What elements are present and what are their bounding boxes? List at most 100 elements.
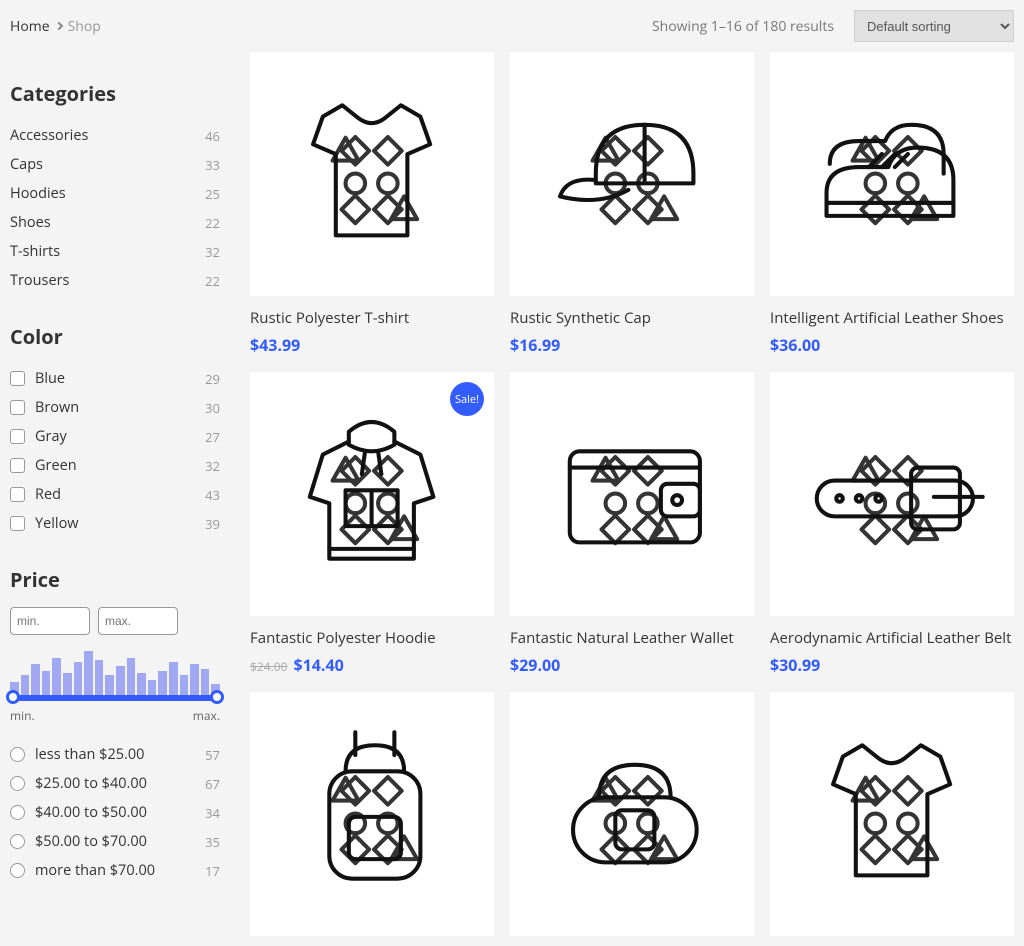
product-name: Fantastic Natural Leather Wallet [510, 628, 754, 648]
category-item[interactable]: Shoes22 [10, 208, 220, 237]
category-item[interactable]: Accessories 46 [10, 121, 220, 150]
product-image[interactable] [510, 52, 754, 296]
product-card[interactable]: Aerodynamic Artificial Leather Belt $30.… [770, 372, 1014, 676]
price-range-item[interactable]: $40.00 to $50.0034 [10, 798, 220, 827]
product-price-value: $43.99 [250, 334, 300, 356]
category-item[interactable]: Trousers 22 [10, 266, 220, 295]
color-name: Yellow [35, 514, 79, 533]
histogram-bar [190, 664, 199, 695]
sort-select[interactable]: Default sorting [854, 10, 1014, 42]
chevron-right-icon [54, 22, 62, 30]
product-image[interactable]: Sale! [250, 372, 494, 616]
histogram-bar [169, 662, 178, 695]
product-image[interactable] [770, 52, 1014, 296]
category-item[interactable]: Hoodies25 [10, 179, 220, 208]
product-image[interactable] [510, 692, 754, 936]
checkbox-icon[interactable] [10, 400, 25, 415]
category-name: Accessories [10, 126, 88, 145]
product-price: $16.99 [510, 334, 754, 356]
breadcrumb-current: Shop [68, 17, 101, 36]
category-name: Trousers [10, 271, 69, 290]
color-widget: Color Blue29Brown30Gray27Green32Red43Yel… [10, 323, 220, 538]
radio-icon[interactable] [10, 747, 25, 762]
product-name: Fantastic Polyester Hoodie [250, 628, 494, 648]
histogram-bar [127, 658, 136, 695]
checkbox-icon[interactable] [10, 458, 25, 473]
product-card[interactable] [510, 692, 754, 936]
color-count: 39 [205, 515, 220, 533]
color-name: Blue [35, 369, 65, 388]
product-card[interactable]: Intelligent Artificial Leather Shoes $36… [770, 52, 1014, 356]
checkbox-icon[interactable] [10, 516, 25, 531]
product-image[interactable] [250, 692, 494, 936]
product-card[interactable]: Rustic Polyester T-shirt $43.99 [250, 52, 494, 356]
price-max-input[interactable] [98, 607, 178, 635]
color-filter-item[interactable]: Red 43 [10, 480, 220, 509]
product-card[interactable] [250, 692, 494, 936]
color-filter-item[interactable]: Yellow 39 [10, 509, 220, 538]
sale-badge: Sale! [450, 382, 484, 416]
radio-icon[interactable] [10, 834, 25, 849]
product-image[interactable] [770, 692, 1014, 936]
product-name: Aerodynamic Artificial Leather Belt [770, 628, 1014, 648]
price-range-item[interactable]: $50.00 to $70.00 35 [10, 827, 220, 856]
product-name: Rustic Synthetic Cap [510, 308, 754, 328]
price-range-item[interactable]: more than $70.0017 [10, 856, 220, 885]
category-name: Shoes [10, 213, 51, 232]
price-range-label: $40.00 to $50.00 [35, 803, 147, 822]
color-name: Red [35, 485, 61, 504]
product-card[interactable]: Fantastic Natural Leather Wallet $29.00 [510, 372, 754, 676]
slider-handle-max[interactable] [210, 690, 224, 704]
price-range-item[interactable]: less than $25.0057 [10, 740, 220, 769]
slider-min-label: min. [10, 707, 35, 724]
product-price-value: $29.00 [510, 654, 560, 676]
price-range-label: $50.00 to $70.00 [35, 832, 147, 851]
price-range-item[interactable]: $25.00 to $40.0067 [10, 769, 220, 798]
product-card[interactable] [770, 692, 1014, 936]
histogram-bar [21, 675, 30, 695]
sidebar: Categories Accessories46Caps33Hoodies25S… [10, 52, 220, 936]
radio-icon[interactable] [10, 863, 25, 878]
tshirt-icon [794, 716, 989, 911]
color-filter-item[interactable]: Gray27 [10, 422, 220, 451]
price-slider[interactable] [10, 695, 220, 701]
color-filter-item[interactable]: Blue29 [10, 364, 220, 393]
checkbox-icon[interactable] [10, 429, 25, 444]
category-count: 46 [205, 127, 220, 145]
breadcrumb: Home Shop [10, 17, 101, 36]
histogram-bar [63, 673, 72, 695]
product-image[interactable] [770, 372, 1014, 616]
color-count: 43 [205, 486, 220, 504]
color-name: Green [35, 456, 77, 475]
color-count: 30 [205, 399, 220, 417]
product-image[interactable] [510, 372, 754, 616]
category-item[interactable]: T-shirts32 [10, 237, 220, 266]
color-name: Gray [35, 427, 67, 446]
product-card[interactable]: Sale! Fantastic Polyester Hoodie $24.00$… [250, 372, 494, 676]
product-price-value: $14.40 [293, 654, 343, 676]
price-histogram [10, 651, 220, 695]
radio-icon[interactable] [10, 805, 25, 820]
price-min-input[interactable] [10, 607, 90, 635]
slider-handle-min[interactable] [6, 690, 20, 704]
checkbox-icon[interactable] [10, 487, 25, 502]
price-range-label: $25.00 to $40.00 [35, 774, 147, 793]
color-filter-item[interactable]: Green32 [10, 451, 220, 480]
product-grid-container: Rustic Polyester T-shirt $43.99 Rustic S… [250, 52, 1014, 936]
cap-icon [534, 76, 729, 271]
price-range-count: 35 [205, 833, 220, 851]
breadcrumb-home[interactable]: Home [10, 17, 50, 36]
price-range-label: more than $70.00 [35, 861, 155, 880]
category-item[interactable]: Caps33 [10, 150, 220, 179]
product-name: Intelligent Artificial Leather Shoes [770, 308, 1014, 328]
product-card[interactable]: Rustic Synthetic Cap $16.99 [510, 52, 754, 356]
product-image[interactable] [250, 52, 494, 296]
hoodie-icon [274, 396, 469, 591]
color-filter-item[interactable]: Brown30 [10, 393, 220, 422]
checkbox-icon[interactable] [10, 371, 25, 386]
radio-icon[interactable] [10, 776, 25, 791]
product-price: $24.00$14.40 [250, 654, 494, 676]
category-count: 22 [205, 272, 220, 290]
backpack-icon [274, 716, 469, 911]
product-price: $43.99 [250, 334, 494, 356]
